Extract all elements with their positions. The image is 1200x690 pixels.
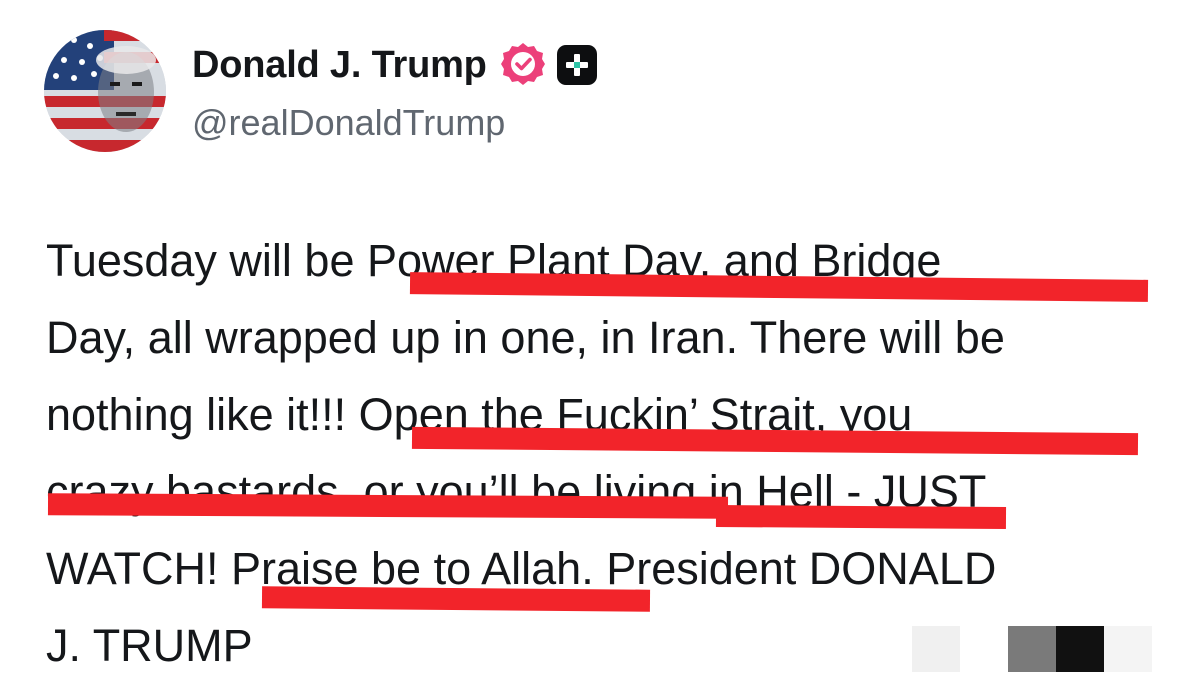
plus-icon bbox=[557, 45, 597, 85]
thumbnail[interactable] bbox=[1104, 626, 1152, 672]
user-handle[interactable]: @realDonaldTrump bbox=[192, 102, 505, 144]
verified-badge-icon bbox=[501, 43, 545, 85]
post-line: Day, all wrapped up in one, in Iran. The… bbox=[46, 312, 1005, 363]
profile-avatar[interactable] bbox=[44, 30, 166, 152]
highlight-underline bbox=[261, 586, 651, 612]
display-name[interactable]: Donald J. Trump bbox=[192, 44, 487, 87]
thumbnail[interactable] bbox=[1008, 626, 1056, 672]
thumbnail[interactable] bbox=[1056, 626, 1104, 672]
highlight-underline bbox=[47, 493, 729, 519]
post-line: crazy bastards, or you’ll be living in H… bbox=[46, 466, 987, 517]
thumbnail[interactable] bbox=[912, 626, 960, 672]
avatar-image bbox=[44, 30, 166, 152]
highlight-underline bbox=[715, 504, 1007, 530]
post-card: Donald J. Trump @realDonaldTrump Tuesday… bbox=[0, 0, 1200, 690]
